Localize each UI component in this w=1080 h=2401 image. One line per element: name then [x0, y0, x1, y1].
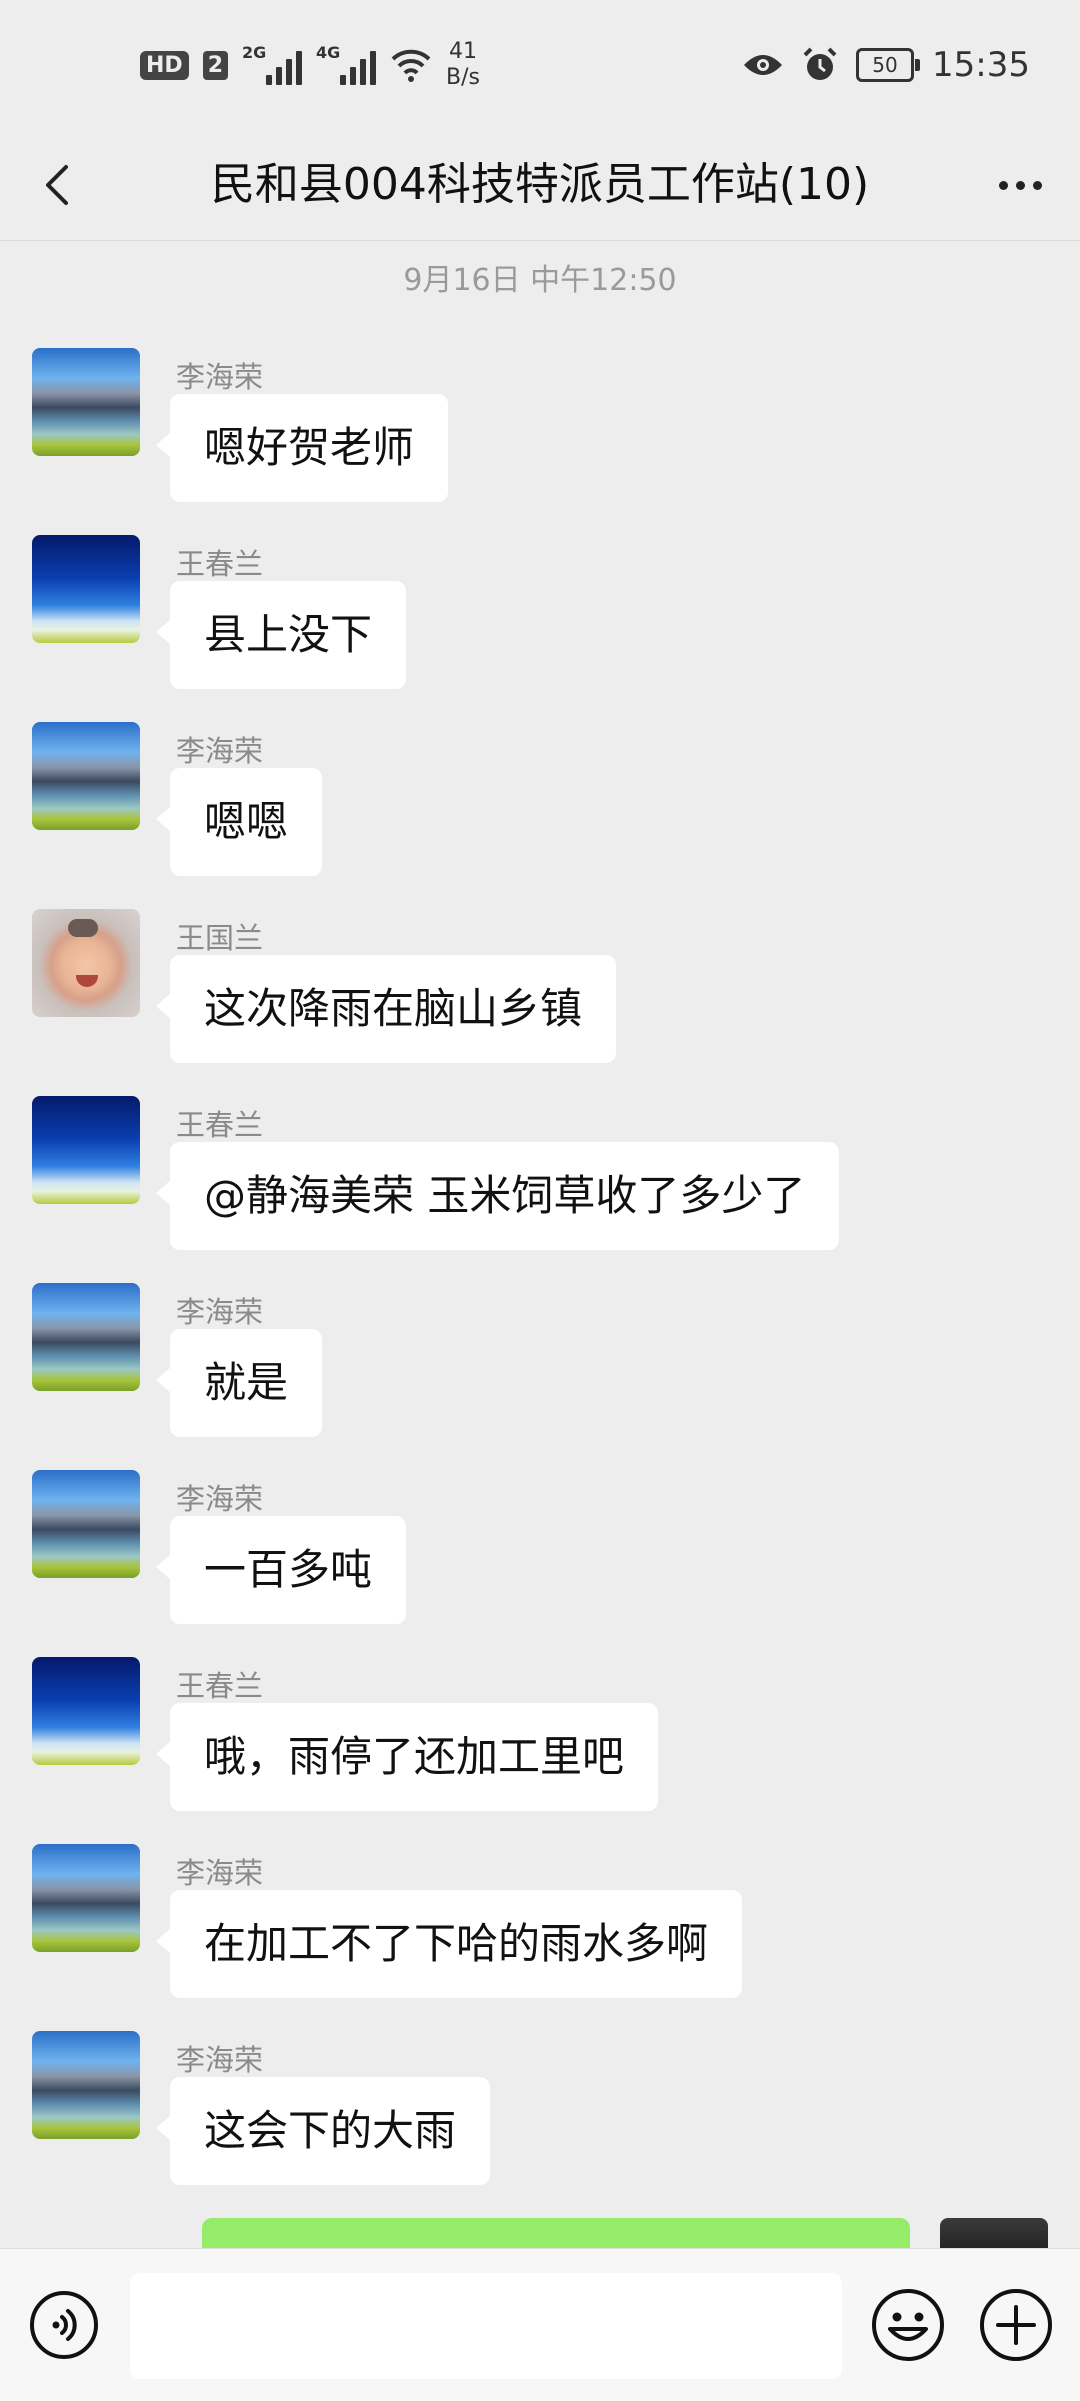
signal-type-label: 2G: [242, 43, 267, 62]
message-bubble[interactable]: 就是: [155, 1329, 323, 1437]
message-bubble[interactable]: 嗯好贺老师: [155, 394, 449, 502]
message-input[interactable]: [130, 2273, 842, 2379]
hd-badge: HD: [140, 50, 189, 80]
signal-icon: 4G: [316, 43, 376, 85]
avatar[interactable]: [32, 1844, 140, 1952]
network-speed: 41 B/s: [446, 39, 480, 91]
sender-name: 李海荣: [176, 1856, 264, 1890]
message-bubble[interactable]: 在加工不了下哈的雨水多啊: [155, 1890, 743, 1998]
message-timestamp: 9月16日 中午12:50: [403, 263, 677, 298]
sender-name: 王国兰: [176, 921, 264, 955]
status-left: HD 2 2G 4G 41 B/s: [140, 39, 480, 91]
avatar[interactable]: [32, 909, 140, 1017]
sender-name: 李海荣: [176, 1482, 264, 1516]
clock: 15:35: [932, 45, 1030, 85]
voice-icon[interactable]: [28, 2289, 100, 2361]
sender-name: 李海荣: [176, 1295, 264, 1329]
battery-icon: 50: [856, 48, 921, 82]
avatar[interactable]: [32, 1096, 140, 1204]
avatar[interactable]: [32, 2031, 140, 2139]
chat-header: 民和县004科技特派员工作站(10): [0, 130, 1080, 241]
battery-level: 50: [872, 53, 898, 77]
message-bubble[interactable]: 嗯嗯: [155, 768, 323, 876]
status-right: 50 15:35: [742, 40, 1030, 90]
sender-name: 李海荣: [176, 360, 264, 394]
chat-title: 民和县004科技特派员工作站(10): [210, 159, 870, 210]
alarm-icon: [803, 47, 837, 80]
sender-name: 王春兰: [176, 1669, 264, 1703]
emoji-icon[interactable]: [870, 2287, 946, 2363]
message-bubble[interactable]: 这次降雨在脑山乡镇: [155, 955, 617, 1063]
input-bar: [0, 2248, 1080, 2401]
speed-value: 41: [448, 39, 477, 64]
signal-type-label: 4G: [316, 43, 341, 62]
sim-badge: 2: [202, 50, 228, 80]
avatar[interactable]: [32, 1470, 140, 1578]
more-options-icon[interactable]: [990, 155, 1050, 215]
back-arrow-icon[interactable]: [30, 155, 90, 215]
message-bubble[interactable]: 这会下的大雨: [155, 2077, 491, 2185]
message-bubble[interactable]: 一百多吨: [155, 1516, 407, 1624]
wifi-icon: [391, 49, 431, 82]
message-bubble[interactable]: 县上没下: [155, 581, 407, 689]
avatar[interactable]: [32, 1657, 140, 1765]
avatar[interactable]: [32, 348, 140, 456]
avatar[interactable]: [32, 722, 140, 830]
eye-icon: [744, 55, 783, 75]
message-bubble[interactable]: @静海美荣 玉米饲草收了多少了: [155, 1142, 840, 1250]
sender-name: 王春兰: [176, 547, 264, 581]
status-bar: HD 2 2G 4G 41 B/s 50 15:35: [0, 0, 1080, 130]
avatar[interactable]: [32, 535, 140, 643]
plus-icon[interactable]: [978, 2287, 1054, 2363]
signal-icon: 2G: [242, 43, 302, 85]
avatar[interactable]: [32, 1283, 140, 1391]
sender-name: 王春兰: [176, 1108, 264, 1142]
message-bubble[interactable]: 哦，雨停了还加工里吧: [155, 1703, 659, 1811]
sender-name: 李海荣: [176, 2043, 264, 2077]
sender-name: 李海荣: [176, 734, 264, 768]
speed-unit: B/s: [446, 65, 480, 90]
